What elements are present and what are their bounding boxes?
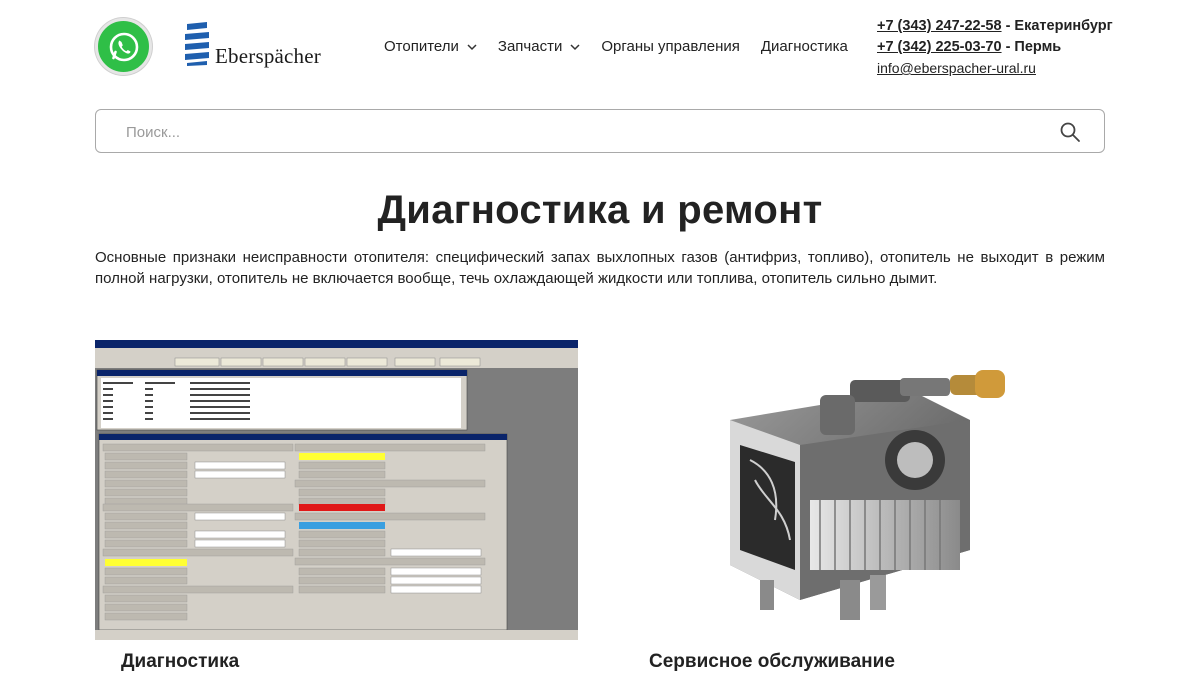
- nav-item-label: Запчасти: [497, 38, 563, 55]
- nav-item-heaters[interactable]: Отопители: [384, 38, 477, 55]
- site-header: Eberspächer Отопители Запчасти Органы уп…: [0, 0, 1200, 95]
- main-nav: Отопители Запчасти Органы управления Диа…: [384, 38, 869, 55]
- chevron-down-icon: [570, 43, 580, 50]
- nav-item-label: Отопители: [384, 38, 459, 55]
- eberspacher-logo[interactable]: Eberspächer: [183, 22, 333, 68]
- service-image[interactable]: [700, 350, 1020, 640]
- search-bar: [95, 109, 1105, 153]
- contact-email: info@eberspacher-ural.ru: [877, 58, 1113, 79]
- intro-paragraph: Основные признаки неисправности отопител…: [95, 249, 1105, 287]
- contact-ekaterinburg: +7 (343) 247-22-58 - Екатеринбург: [877, 16, 1113, 37]
- page-title: Диагностика и ремонт: [377, 188, 823, 232]
- contact-perm: +7 (342) 225-03-70 - Пермь: [877, 37, 1113, 58]
- nav-item-label: Органы управления: [601, 38, 740, 55]
- heater-cutaway-picture: [730, 370, 1005, 620]
- phone-link-ekaterinburg[interactable]: +7 (343) 247-22-58: [877, 18, 1002, 34]
- eberspacher-logo-mark: [185, 22, 209, 66]
- phone-link-perm[interactable]: +7 (342) 225-03-70: [877, 39, 1002, 55]
- card-title-service[interactable]: Сервисное обслуживание: [649, 651, 895, 673]
- diagnostic-software-picture: [95, 340, 578, 640]
- nav-item-controls[interactable]: Органы управления: [601, 38, 740, 55]
- nav-item-parts[interactable]: Запчасти: [498, 38, 580, 55]
- search-input[interactable]: [126, 121, 1026, 143]
- nav-item-diagnostics[interactable]: Диагностика: [761, 38, 848, 55]
- email-link[interactable]: info@eberspacher-ural.ru: [877, 60, 1036, 76]
- city-label: - Екатеринбург: [1001, 18, 1113, 34]
- search-icon[interactable]: [1059, 121, 1081, 143]
- city-label: - Пермь: [1001, 39, 1062, 55]
- logo-wordmark: Eberspächer: [215, 44, 321, 68]
- whatsapp-icon[interactable]: [95, 18, 152, 75]
- card-title-diagnostics[interactable]: Диагностика: [121, 651, 239, 673]
- chevron-down-icon: [467, 43, 477, 50]
- contacts-block: +7 (343) 247-22-58 - Екатеринбург +7 (34…: [877, 16, 1113, 79]
- nav-item-label: Диагностика: [760, 38, 848, 55]
- diagnostics-image[interactable]: [95, 340, 578, 640]
